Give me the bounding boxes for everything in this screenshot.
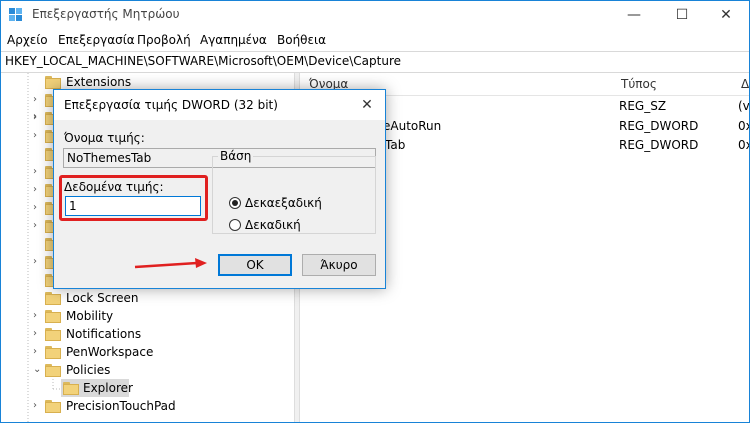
folder-icon — [45, 400, 61, 413]
close-icon: ✕ — [720, 7, 732, 23]
menu-bar: Αρχείο Επεξεργασία Προβολή Αγαπημένα Βοή… — [1, 30, 749, 50]
menu-file[interactable]: Αρχείο — [7, 33, 48, 47]
tree-item-label: Policies — [66, 363, 111, 377]
tree-item-label: PrecisionTouchPad — [66, 399, 176, 413]
folder-icon — [45, 328, 61, 341]
menu-help[interactable]: Βοήθεια — [277, 33, 326, 47]
dec-radio[interactable] — [229, 219, 241, 231]
chevron-right-icon[interactable]: › — [33, 343, 37, 361]
hex-label[interactable]: Δεκαεξαδική — [245, 196, 322, 210]
base-label: Βάση — [218, 149, 254, 163]
close-window-button[interactable]: ✕ — [703, 1, 749, 29]
tree-item-label: Mobility — [66, 309, 114, 323]
row-name[interactable]: eAutoRun — [383, 119, 441, 133]
folder-icon — [63, 382, 79, 395]
cancel-button[interactable]: Άκυρο — [302, 254, 376, 276]
minimize-icon: — — [627, 7, 641, 23]
chevron-right-icon[interactable]: › — [33, 181, 37, 199]
folder-icon — [45, 310, 61, 323]
chevron-right-icon[interactable]: › — [33, 253, 37, 271]
row-type: REG_DWORD — [619, 119, 699, 133]
hex-radio[interactable] — [229, 197, 241, 209]
address-path[interactable]: HKEY_LOCAL_MACHINE\SOFTWARE\Microsoft\OE… — [5, 54, 401, 68]
tree-item-label: Notifications — [66, 327, 142, 341]
chevron-right-icon[interactable]: › — [33, 397, 37, 415]
address-bar[interactable]: HKEY_LOCAL_MACHINE\SOFTWARE\Microsoft\OE… — [1, 51, 749, 73]
row-data: 0x — [738, 119, 749, 133]
chevron-down-icon[interactable]: ⌄ — [33, 361, 41, 379]
edit-dword-dialog: Επεξεργασία τιμής DWORD (32 bit) ✕ Όνομα… — [53, 89, 386, 289]
row-data: 0x — [738, 138, 749, 152]
menu-edit[interactable]: Επεξεργασία — [58, 33, 135, 47]
chevron-right-icon[interactable]: › — [33, 217, 37, 235]
row-type: REG_SZ — [619, 99, 667, 113]
folder-icon — [45, 292, 61, 305]
title-bar[interactable]: Επεξεργαστής Μητρώου — ☐ ✕ — [1, 1, 749, 29]
tree-item-label: Lock Screen — [66, 291, 139, 305]
value-name-label: Όνομα τιμής: — [64, 131, 145, 145]
tree-item-label: PenWorkspace — [66, 345, 154, 359]
minimize-button[interactable]: — — [611, 1, 657, 29]
tree-item-explorer[interactable]: Explorer — [61, 379, 133, 397]
row-name[interactable]: Tab — [385, 138, 405, 152]
tree-item-label: Explorer — [83, 381, 133, 395]
dialog-close-button[interactable]: ✕ — [355, 94, 379, 116]
menu-favorites[interactable]: Αγαπημένα — [200, 33, 267, 47]
dialog-title: Επεξεργασία τιμής DWORD (32 bit) — [64, 98, 278, 112]
pointer-arrow-icon — [134, 258, 207, 269]
folder-icon — [45, 364, 61, 377]
chevron-right-icon[interactable]: › — [33, 163, 37, 181]
chevron-right-icon[interactable]: › — [33, 127, 37, 145]
chevron-right-icon[interactable]: › — [33, 199, 37, 217]
maximize-icon: ☐ — [675, 7, 689, 23]
menu-view[interactable]: Προβολή — [137, 33, 191, 47]
dec-label[interactable]: Δεκαδική — [245, 218, 301, 232]
window-title: Επεξεργαστής Μητρώου — [32, 7, 180, 21]
ok-button[interactable]: OK — [218, 254, 292, 276]
column-type[interactable]: Τύπος — [621, 77, 657, 91]
maximize-button[interactable]: ☐ — [659, 1, 705, 29]
folder-icon — [45, 346, 61, 359]
chevron-right-icon[interactable]: › — [33, 307, 37, 325]
registry-editor-window: Επεξεργαστής Μητρώου — ☐ ✕ Αρχείο Επεξερ… — [0, 0, 750, 423]
chevron-right-icon[interactable]: › — [33, 325, 37, 343]
row-type: REG_DWORD — [619, 138, 699, 152]
column-data[interactable]: Δ — [741, 77, 749, 91]
close-icon: ✕ — [361, 97, 373, 113]
chevron-right-icon[interactable]: › — [33, 111, 37, 122]
chevron-right-icon[interactable]: › — [33, 91, 37, 109]
folder-icon — [45, 76, 61, 89]
dialog-title-bar[interactable]: Επεξεργασία τιμής DWORD (32 bit) ✕ — [54, 90, 385, 120]
row-data: (v — [738, 99, 750, 113]
highlight-box — [59, 175, 208, 221]
registry-app-icon — [9, 8, 22, 21]
